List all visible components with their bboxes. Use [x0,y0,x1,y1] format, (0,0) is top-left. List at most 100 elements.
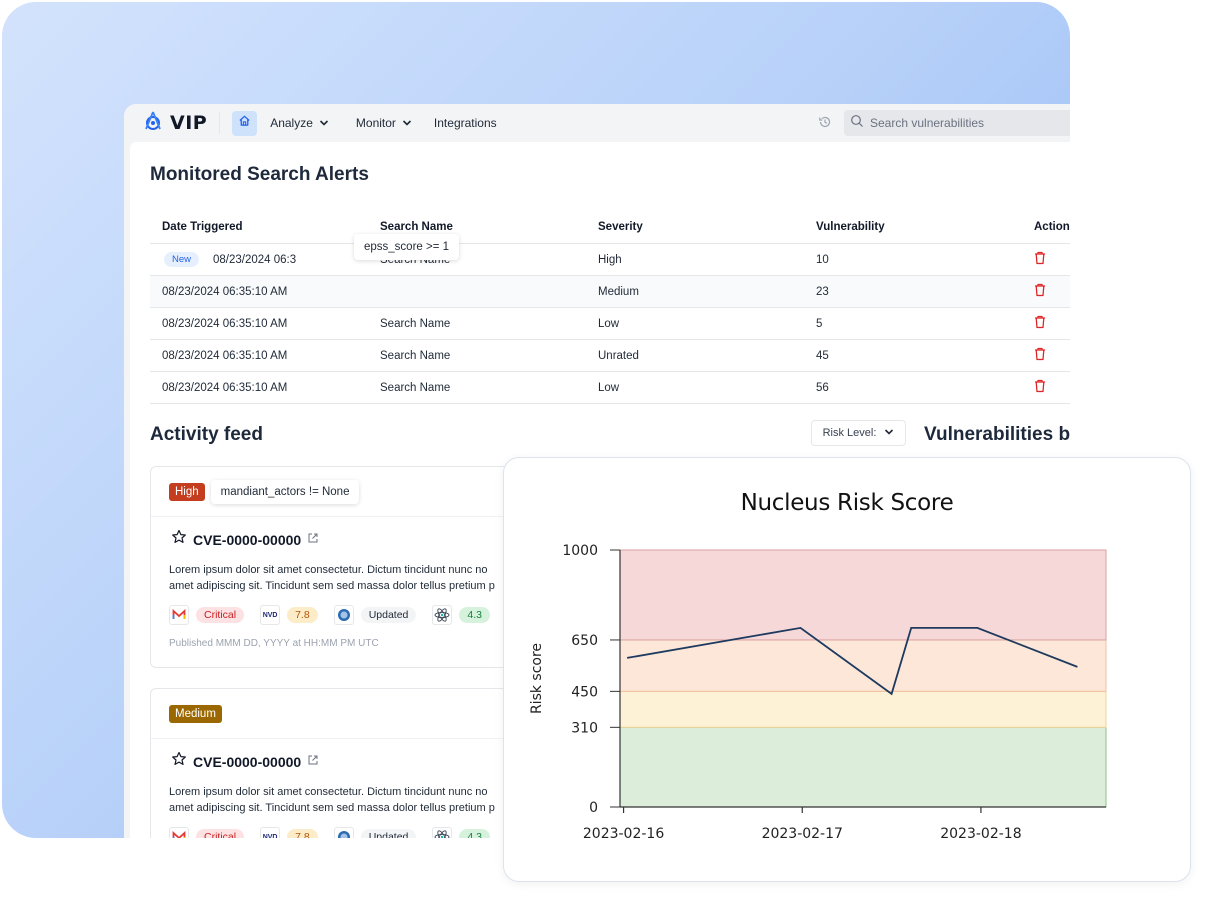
cell-search-name[interactable]: Search Name [368,350,586,362]
cve-description: Lorem ipsum dolor sit amet consectetur. … [151,784,551,816]
nvd-score: 7.8 [287,607,318,623]
activity-feed-title: Activity feed [150,424,263,445]
trash-icon [1034,347,1046,364]
cell-date: New 08/23/2024 06:3 [150,252,368,267]
column-header-vulnerability[interactable]: Vulnerability [804,221,1022,233]
table-row[interactable]: 08/23/2024 06:35:10 AM Search Name Unrat… [150,340,1070,372]
delete-button[interactable] [1022,251,1070,268]
mandiant-rating: Critical [196,829,245,838]
chevron-down-icon [402,116,412,130]
cell-vulnerability: 23 [816,285,829,298]
trash-icon [1034,251,1046,268]
delete-button[interactable] [1022,379,1070,396]
column-header-search-name[interactable]: Search Name [368,221,586,233]
description-line: amet adipiscing sit. Tincidunt sem sed m… [169,802,495,814]
cve-description: Lorem ipsum dolor sit amet consectetur. … [151,562,551,594]
cve-id[interactable]: CVE-0000-00000 [193,532,301,548]
table-row[interactable]: New 08/23/2024 06:3 Search Name High 10 [150,244,1070,276]
top-navigation: VIP Analyze Monitor Integrations [124,104,1070,142]
cell-search-name[interactable]: Search Name [368,382,586,394]
risk-band-2 [619,639,1107,692]
table-header: Date Triggered Search Name Severity Vuln… [150,210,1070,244]
delete-button[interactable] [1022,347,1070,364]
nav-integrations-label: Integrations [433,116,497,130]
table-row[interactable]: 08/23/2024 06:35:10 AM Search Name Low 5 [150,308,1070,340]
x-tick-label: 2023-02-18 [940,826,1021,842]
query-chip: mandiant_actors != None [210,479,360,504]
y-tick-label: 1000 [562,543,598,559]
trash-icon [1034,315,1046,332]
mandiant-rating: Critical [196,607,245,623]
cell-severity: Unrated [598,349,639,362]
cell-date: 08/23/2024 06:35:10 AM [162,349,288,362]
column-header-severity[interactable]: Severity [586,221,804,233]
nav-integrations[interactable]: Integrations [434,116,497,130]
epss-score: 4.3 [459,607,491,623]
delete-button[interactable] [1022,315,1070,332]
epss-score: 4.3 [459,829,491,838]
risk-band-0 [619,726,1107,808]
search-icon [850,114,864,133]
nav-analyze[interactable]: Analyze [270,116,329,130]
search-input[interactable] [870,116,1070,130]
y-tick-label: 650 [571,633,598,649]
cell-severity: Low [598,317,620,330]
history-icon[interactable] [818,115,832,134]
risk-score-chart-card: Nucleus Risk Score 0 310 450 650 1000 2023-02… [503,457,1191,882]
y-axis-label: Risk score [529,643,545,714]
cell-vulnerability: 45 [816,349,829,362]
cell-vulnerability: 5 [816,317,823,330]
cell-severity: High [598,253,622,266]
logo[interactable]: VIP [142,110,207,137]
nvd-text: NVD [262,611,278,619]
risk-band-1 [619,690,1107,728]
cisa-status: Updated [360,607,417,623]
nav-monitor[interactable]: Monitor [356,116,412,130]
description-line: amet adipiscing sit. Tincidunt sem sed m… [169,580,495,592]
x-tick-label: 2023-02-17 [762,826,843,842]
delete-button[interactable] [1022,283,1070,300]
epss-atom-icon [432,827,453,838]
severity-badge: Medium [169,704,222,723]
x-tick-label: 2023-02-16 [583,826,664,842]
cisa-status: Updated [360,829,417,838]
description-line: Lorem ipsum dolor sit amet consectetur. … [169,786,488,798]
vulnerabilities-section-title: Vulnerabilities b [924,424,1070,445]
nvd-icon: NVD [260,827,281,839]
cell-search-name[interactable]: Search Name [368,318,586,330]
y-tick-label: 450 [571,684,598,700]
table-row[interactable]: 08/23/2024 06:35:10 AM Medium 23 [150,276,1070,308]
search-query-tooltip: epss_score >= 1 [354,234,460,260]
nav-analyze-label: Analyze [270,116,313,130]
new-badge: New [164,252,200,267]
trash-icon [1034,283,1046,300]
cisa-icon [333,827,354,838]
description-line: Lorem ipsum dolor sit amet consectetur. … [169,564,488,576]
cisa-icon [333,605,354,625]
risk-level-label: Risk Level: [822,427,877,439]
cell-date: 08/23/2024 06:35:10 AM [162,317,288,330]
logo-icon [142,110,164,137]
home-icon [238,114,251,132]
nav-monitor-label: Monitor [355,116,396,130]
star-icon[interactable] [171,529,187,550]
cell-vulnerability: 10 [816,253,829,266]
external-link-icon[interactable] [307,753,319,771]
column-header-date[interactable]: Date Triggered [150,221,368,233]
y-tick-label: 310 [571,720,598,736]
cell-vulnerability: 56 [816,381,829,394]
search-bar[interactable] [844,110,1070,136]
y-tick-label: 0 [589,800,598,816]
star-icon[interactable] [171,751,187,772]
chevron-down-icon [884,427,894,439]
risk-score-chart: 0 310 450 650 1000 2023-02-16 2023-02-17 2023-0… [529,543,1107,842]
cell-date: 08/23/2024 06:35:10 AM [162,285,288,298]
risk-level-select[interactable]: Risk Level: [811,420,906,446]
external-link-icon[interactable] [307,531,319,549]
table-row[interactable]: 08/23/2024 06:35:10 AM Search Name Low 5… [150,372,1070,404]
nvd-icon: NVD [260,605,281,625]
home-button[interactable] [232,110,258,136]
nvd-text: NVD [262,833,278,839]
cell-severity: Low [598,381,620,394]
cve-id[interactable]: CVE-0000-00000 [193,754,301,770]
